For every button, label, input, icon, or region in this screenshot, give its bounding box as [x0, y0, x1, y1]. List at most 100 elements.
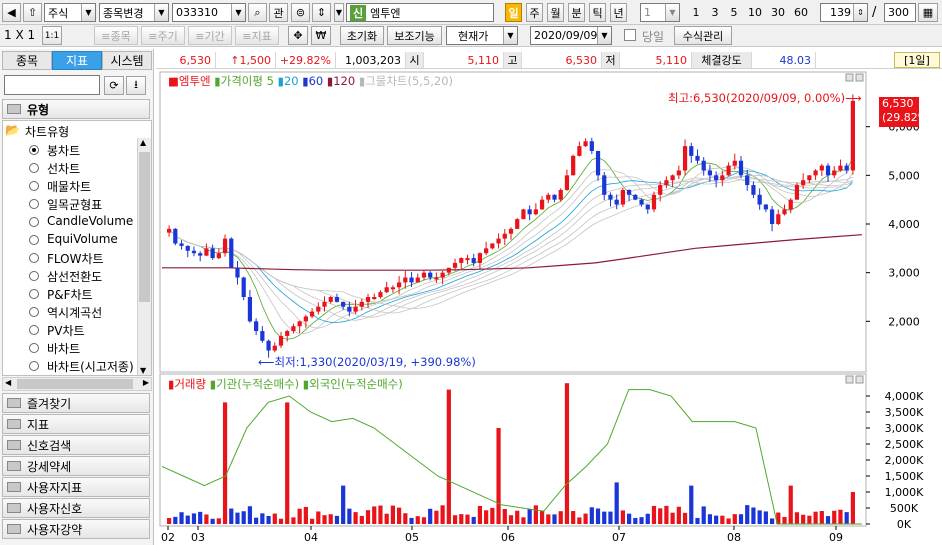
updown-icon[interactable]: ⇕ [312, 3, 331, 22]
chart-type-radio[interactable] [29, 145, 39, 155]
won-icon[interactable]: ₩ [311, 26, 331, 45]
market-select[interactable]: 주식 ▼ [44, 3, 96, 22]
chart-type-radio[interactable] [29, 289, 39, 299]
chart-type-label[interactable]: CandleVolume [47, 214, 133, 228]
period-minute[interactable]: 분 [568, 3, 585, 22]
chart-type-label[interactable]: 바차트(시고저종) [47, 358, 134, 375]
chevron-down-icon[interactable]: ▼ [334, 3, 344, 22]
refresh-icon[interactable]: ⟳ [104, 76, 124, 95]
section-item[interactable]: 지표 [2, 414, 150, 434]
jugi-button[interactable]: ≡주기 [141, 26, 185, 45]
search-icon[interactable]: ⌕ [248, 3, 267, 22]
search-button[interactable]: 관 [269, 3, 288, 22]
chart-type-radio[interactable] [29, 361, 39, 371]
link-icon[interactable]: ⊜ [291, 3, 310, 22]
chart-type-radio[interactable] [29, 163, 39, 173]
section-item[interactable]: 신호검색 [2, 435, 150, 455]
interval-30[interactable]: 30 [767, 3, 789, 22]
chart-type-radio[interactable] [29, 235, 39, 245]
count-input[interactable]: 139 ⇕ [820, 3, 868, 22]
layout-button[interactable]: 1:1 [42, 26, 62, 45]
scroll-up-icon[interactable]: ▲ [140, 138, 146, 147]
stock-name-field[interactable]: 신 엠투엔 [346, 3, 494, 22]
section-item[interactable]: 사용자강약 [2, 519, 150, 539]
interval-1[interactable]: 1 [687, 3, 705, 22]
back-icon[interactable]: ◀ [2, 3, 21, 22]
chart-type-label[interactable]: PV차트 [47, 322, 85, 339]
chart-type-label[interactable]: 일목균형표 [47, 196, 102, 213]
chart-area[interactable]: 02 03 04 05 06 07 08 09 6,0005,0004,0003,0002,0… [156, 70, 942, 545]
today-checkbox[interactable] [624, 29, 636, 41]
interval-10[interactable]: 10 [744, 3, 766, 22]
jipyo-button[interactable]: ≡지표 [235, 26, 279, 45]
period-week[interactable]: 주 [526, 3, 543, 22]
period-month[interactable]: 월 [547, 3, 564, 22]
section-item[interactable]: 강세약세 [2, 456, 150, 476]
panel-control-icon[interactable] [855, 73, 864, 82]
code-input[interactable]: 033310 ▼ [172, 3, 246, 22]
chart-type-radio[interactable] [29, 217, 39, 227]
panel-control-icon[interactable] [845, 73, 854, 82]
panel-control-icon[interactable] [855, 375, 864, 384]
period-year[interactable]: 년 [610, 3, 627, 22]
reset-button[interactable]: 초기화 [340, 26, 384, 45]
spinner-icon[interactable]: ⇕ [853, 4, 867, 21]
price-type-select[interactable]: 현재가 ▼ [446, 26, 518, 45]
chart-type-radio[interactable] [29, 325, 39, 335]
layout-label[interactable]: 1 X 1 [4, 28, 35, 42]
download-icon[interactable]: ⭳ [126, 76, 146, 95]
period-day[interactable]: 일 [505, 3, 522, 22]
horizontal-scrollbar[interactable]: ◀ ▶ [2, 377, 152, 391]
formula-button[interactable]: 수식관리 [674, 26, 732, 45]
interval-60[interactable]: 60 [790, 3, 812, 22]
list-scrollbar[interactable]: ▲ ▼ [137, 138, 151, 375]
count-total[interactable]: 300 [884, 3, 916, 22]
chevron-down-icon[interactable]: ▼ [81, 4, 95, 21]
chevron-down-icon[interactable]: ▼ [154, 4, 168, 21]
indicator-search-input[interactable] [4, 75, 100, 95]
section-item[interactable]: 사용자신호 [2, 498, 150, 518]
chevron-down-icon[interactable]: ▼ [231, 4, 245, 21]
tab-jipyo[interactable]: 지표 [52, 51, 102, 70]
chart-type-label[interactable]: 봉차트 [47, 142, 80, 159]
scroll-right-icon[interactable]: ▶ [143, 378, 149, 387]
tab-jongmok[interactable]: 종목 [2, 51, 52, 70]
aux-button[interactable]: 보조기능 [387, 26, 442, 45]
chart-type-radio[interactable] [29, 199, 39, 209]
section-item[interactable]: 즐겨찾기 [2, 393, 150, 413]
period-tick[interactable]: 틱 [589, 3, 606, 22]
section-yuhyeong[interactable]: 유형 [2, 99, 150, 119]
chart-type-label[interactable]: 선차트 [47, 160, 80, 177]
scrollbar-thumb[interactable] [139, 152, 150, 302]
chart-type-radio[interactable] [29, 253, 39, 263]
code-change-select[interactable]: 종목변경 ▼ [99, 3, 169, 22]
section-item[interactable]: 사용자지표 [2, 477, 150, 497]
chart-type-label[interactable]: FLOW차트 [47, 250, 104, 267]
scroll-left-icon[interactable]: ◀ [5, 378, 11, 387]
chevron-down-icon[interactable]: ▼ [665, 4, 679, 21]
chart-type-label[interactable]: EquiVolume [47, 232, 118, 246]
panel-control-icon[interactable] [845, 375, 854, 384]
chevron-down-icon[interactable]: ▼ [503, 27, 517, 44]
interval-select[interactable]: 1 ▼ [640, 3, 680, 22]
chart-type-label[interactable]: 매물차트 [47, 178, 91, 195]
jongmok-button[interactable]: ≡종목 [94, 26, 138, 45]
gigan-button[interactable]: ≡기간 [188, 26, 232, 45]
chart-type-radio[interactable] [29, 343, 39, 353]
chevron-down-icon[interactable]: ▼ [597, 27, 611, 44]
tab-system[interactable]: 시스템 [102, 51, 152, 70]
chart-type-label[interactable]: P&F차트 [47, 286, 93, 303]
tree-parent-label[interactable]: 차트유형 [25, 123, 69, 140]
chart-type-radio[interactable] [29, 307, 39, 317]
interval-3[interactable]: 3 [706, 3, 724, 22]
scroll-down-icon[interactable]: ▼ [140, 366, 146, 375]
chart-type-label[interactable]: 역시계곡선 [47, 304, 102, 321]
scrollbar-thumb[interactable] [17, 379, 133, 389]
interval-5[interactable]: 5 [725, 3, 743, 22]
chart-type-radio[interactable] [29, 181, 39, 191]
legend-stock[interactable]: ■ [168, 74, 179, 88]
chart-type-radio[interactable] [29, 271, 39, 281]
chart-type-label[interactable]: 삼선전환도 [47, 268, 102, 285]
calendar-icon[interactable]: ▦ [918, 3, 938, 22]
up-arrow-icon[interactable]: ⇧ [23, 3, 42, 22]
